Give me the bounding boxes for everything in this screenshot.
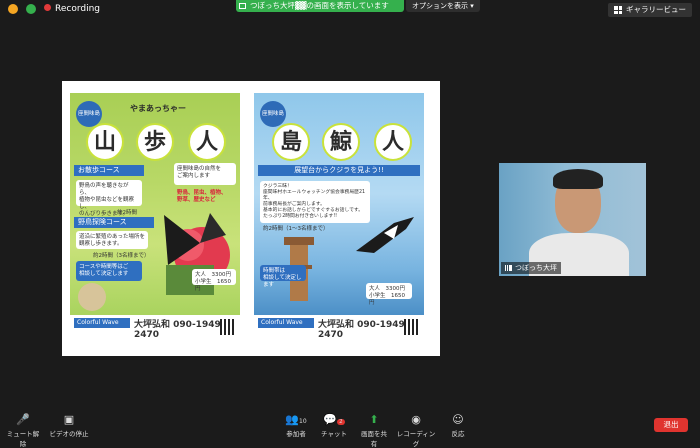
guide-photo (78, 283, 106, 311)
poster1-footer: Colorful Wave 大坪弘和 090-1949-2470 (70, 315, 240, 345)
share-banner-text: つぼっち大坪▓▓の画面を表示しています (250, 1, 389, 10)
meeting-toolbar: 🎤 ミュート解除 ▣ ビデオの停止 👥10 参加者 💬 2 チャット ⬆ 画面を共… (0, 412, 700, 448)
share-screen-icon: ⬆ (369, 413, 379, 426)
share-screen-button[interactable]: ⬆ 画面を共有 (358, 414, 390, 448)
poster2-title-char-2: 鯨 (322, 123, 360, 161)
poster2-price: 大人 3300円 小学生 1650円 (366, 283, 412, 306)
stop-video-button[interactable]: ▣ ビデオの停止 (46, 413, 92, 439)
poster1-course1-desc: 野鳥の声を聴きながら、 植物や昆虫などを観察し、 のんびり歩きます。 (76, 180, 142, 217)
poster1-course1-items: 野鳥、昆虫、植物、 野草、歴史など (177, 190, 227, 203)
reaction-emoji-icon: ☺ (452, 413, 464, 426)
poster1-course2-title: 野鳥探険コース (74, 217, 154, 228)
poster2-title-char-3: 人 (374, 123, 412, 161)
recording-dot-icon (44, 4, 51, 11)
encryption-shield-icon[interactable] (26, 4, 36, 14)
poster1-title-char-2: 歩 (136, 123, 174, 161)
chat-bubble-icon: 💬 2 (323, 413, 345, 426)
microphone-muted-icon: 🎤 (16, 413, 30, 426)
poster2-time-label: 時間帯は 相談して決定します (260, 265, 306, 288)
whale-illustration (356, 217, 414, 253)
top-left-status: Recording (8, 4, 100, 14)
participant-hair (553, 169, 603, 189)
poster1-course2-desc: 道沿に繁殖のあった場所を 観察し歩きます。 (76, 231, 148, 249)
poster2-footer: Colorful Wave 大坪弘和 090-1949-2470 (254, 315, 424, 345)
participant-name-badge: つぼっち大坪 (501, 262, 561, 274)
poster1-subtitle: やまあっちゃー (130, 104, 186, 113)
record-icon: ◉ (411, 413, 421, 426)
meeting-top-bar: Recording つぼっち大坪▓▓の画面を表示しています オプションを表示 ▾… (0, 0, 700, 22)
qr-code-icon (404, 319, 420, 335)
poster1-title-char-3: 人 (188, 123, 226, 161)
participant-video-tile[interactable]: つぼっち大坪 (499, 163, 646, 276)
poster-shimakujira: 座間味島 島 鯨 人 展望台からクジラを見よう!! クジラ三昧！ 座間味村ホエー… (254, 93, 424, 345)
meeting-info-icon[interactable] (8, 4, 18, 14)
shared-screen-slide: 座間味島 やまあっちゃー 山 歩 人 お散歩コース 座間味島の自然を ご案内しま… (62, 81, 440, 356)
participants-icon: 👥10 (285, 413, 307, 426)
signal-strength-icon (505, 265, 512, 271)
poster1-course1-time: 約2時間 (117, 210, 137, 216)
leave-meeting-button[interactable]: 退出 (654, 418, 688, 432)
record-button[interactable]: ◉ レコーディング (396, 414, 436, 448)
poster2-tag: 座間味島 (260, 101, 286, 127)
poster1-course1-text: 座間味島の自然を ご案内します (174, 163, 236, 185)
poster2-title-char-1: 島 (272, 123, 310, 161)
reactions-button[interactable]: ☺ 反応 (446, 413, 470, 439)
poster1-note: コースや時間等はご 相談して決定します (76, 261, 142, 281)
screen-share-icon (239, 3, 246, 9)
poster1-footer-logo: Colorful Wave (74, 318, 130, 328)
recording-indicator[interactable]: Recording (44, 4, 100, 14)
view-options-button[interactable]: オプションを表示 ▾ (406, 0, 480, 12)
grid-icon (614, 6, 622, 14)
mute-button[interactable]: 🎤 ミュート解除 (6, 414, 40, 448)
video-camera-icon: ▣ (63, 413, 75, 426)
poster1-course1-title: お散歩コース (74, 165, 144, 176)
poster-yamaaruki: 座間味島 やまあっちゃー 山 歩 人 お散歩コース 座間味島の自然を ご案内しま… (70, 93, 240, 345)
poster2-banner: 展望台からクジラを見よう!! (258, 165, 420, 176)
poster1-price: 大人 3300円 小学生 1650円 (192, 269, 236, 292)
gallery-view-button[interactable]: ギャラリービュー (608, 3, 692, 17)
participants-button[interactable]: 👥10 参加者 (282, 413, 310, 439)
poster1-title-char-1: 山 (86, 123, 124, 161)
poster1-course2-time: 約2時間（3名様まで） (93, 253, 150, 259)
qr-code-icon (220, 319, 236, 335)
chat-button[interactable]: 💬 2 チャット (320, 413, 348, 439)
poster2-footer-logo: Colorful Wave (258, 318, 314, 328)
screen-share-banner: つぼっち大坪▓▓の画面を表示しています (236, 0, 404, 12)
